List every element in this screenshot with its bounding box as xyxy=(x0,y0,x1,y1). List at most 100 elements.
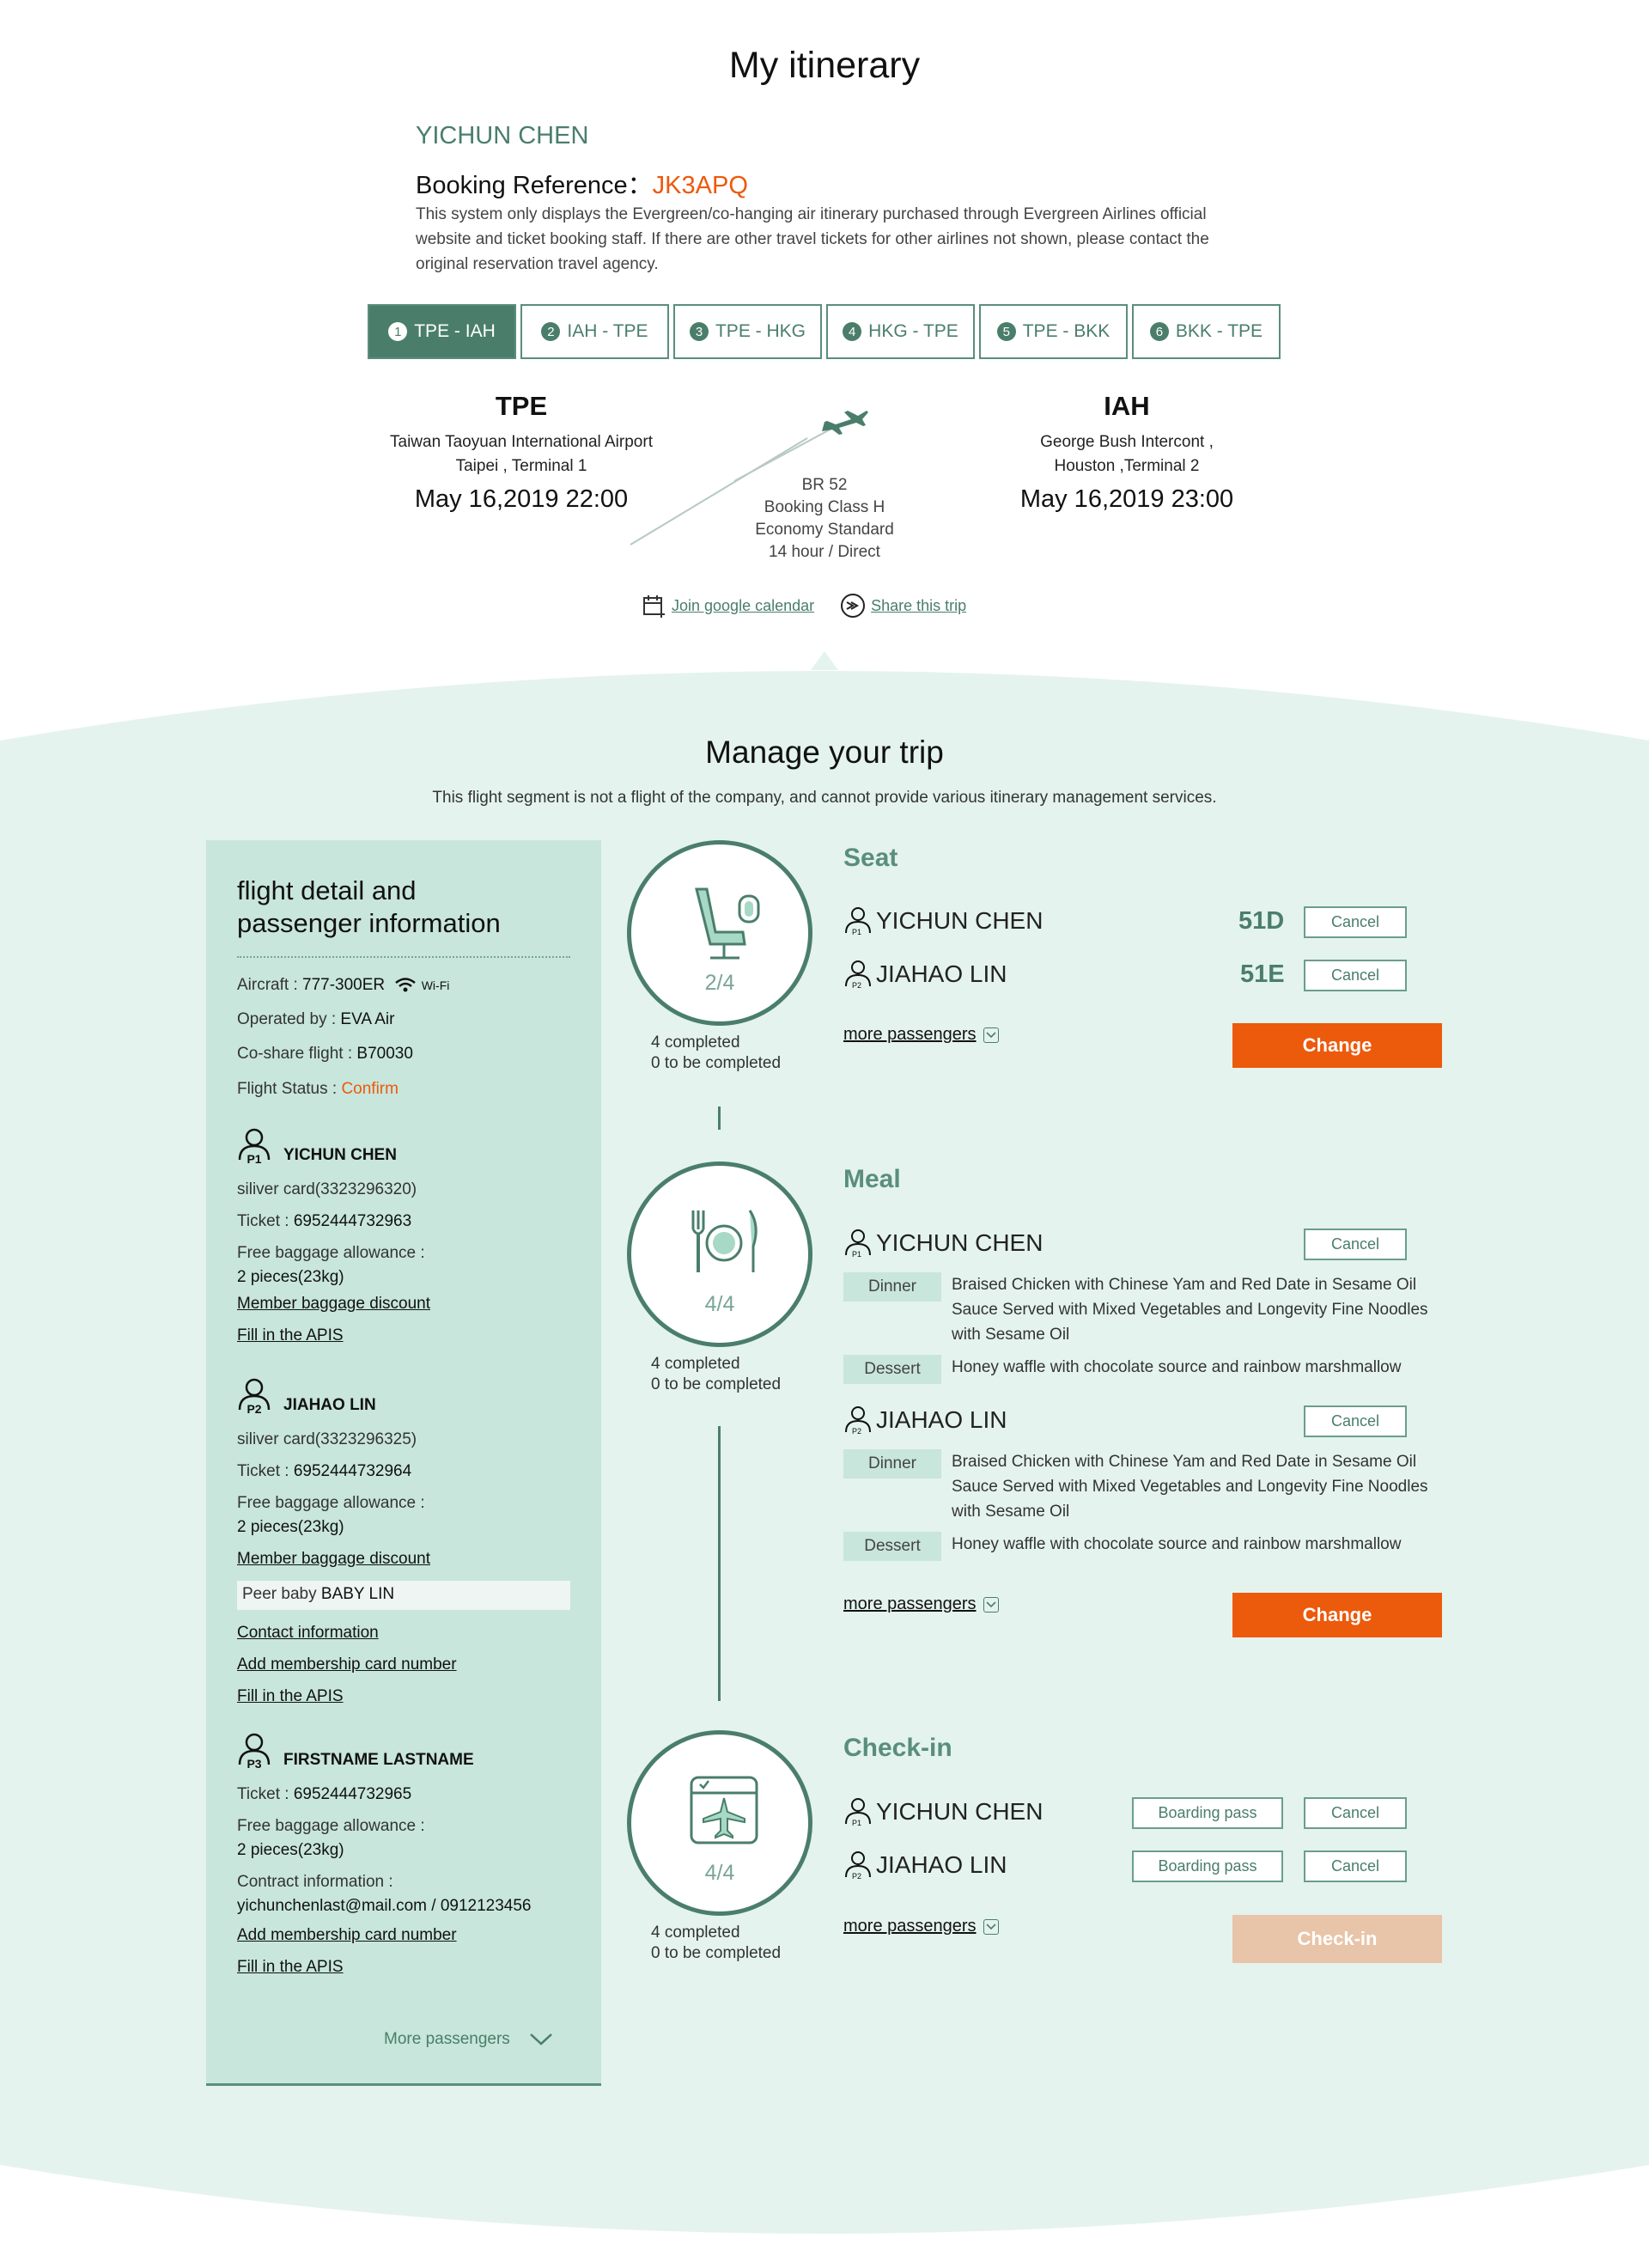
passenger-1-apis-link[interactable]: Fill in the APIS xyxy=(237,1326,344,1345)
trip-links: Join google calendar Share this trip xyxy=(642,593,966,619)
calendar-link-label: Join google calendar xyxy=(672,596,815,614)
ticket-label: Ticket : xyxy=(237,1212,294,1230)
calendar-icon xyxy=(643,595,665,618)
svg-text:P2: P2 xyxy=(852,1872,861,1881)
passenger-2-contact-link[interactable]: Contact information xyxy=(237,1624,379,1643)
passenger-3-membership-link[interactable]: Add membership card number xyxy=(237,1926,457,1945)
passenger-2-ticket: Ticket : 6952444732964 xyxy=(237,1462,411,1481)
meal-more-passengers[interactable]: more passengers xyxy=(843,1594,999,1614)
flight-info: BR 52 Booking Class H Economy Standard 1… xyxy=(696,474,953,564)
more-passengers-label: more passengers xyxy=(843,1594,977,1613)
passenger-2-discount-link[interactable]: Member baggage discount xyxy=(237,1550,430,1569)
checkin-completed: 4 completed xyxy=(651,1924,740,1942)
panel-heading-line2: passenger information xyxy=(237,908,501,938)
tab-label: TPE - BKK xyxy=(1022,321,1110,341)
chevron-down-icon xyxy=(983,1027,999,1043)
passenger-icon: P2 xyxy=(845,960,871,990)
meal-dessert-tag: Dessert xyxy=(843,1355,941,1384)
tab-segment-4[interactable]: 4 HKG - TPE xyxy=(826,304,975,359)
page-title: My itinerary xyxy=(728,45,921,86)
checkin-button[interactable]: Check-in xyxy=(1232,1915,1442,1963)
meal-passenger-2: P2 JIAHAO LIN xyxy=(843,1405,1007,1436)
tab-segment-6[interactable]: 6 BKK - TPE xyxy=(1132,304,1281,359)
segment-tabs: 1 TPE - IAH 2 IAH - TPE 3 TPE - HKG 4 HKG - … xyxy=(368,304,1281,361)
booking-class: Booking Class H xyxy=(764,498,885,516)
svg-text:P2: P2 xyxy=(246,1402,261,1415)
ticket-number: 6952444732964 xyxy=(293,1462,412,1480)
passenger-2-membership-link[interactable]: Add membership card number xyxy=(237,1655,457,1674)
calendar-link[interactable]: Join google calendar xyxy=(642,594,814,618)
seat-more-passengers[interactable]: more passengers xyxy=(843,1025,999,1045)
passenger-3-apis-link[interactable]: Fill in the APIS xyxy=(237,1958,344,1977)
panel-heading: flight detail and passenger information xyxy=(237,875,501,940)
passenger-icon: P1 xyxy=(845,1798,871,1827)
meal-dessert-tag: Dessert xyxy=(843,1532,941,1561)
operated-row: Operated by : EVA Air xyxy=(237,1010,394,1029)
checkin-passenger-1: P1 YICHUN CHEN xyxy=(843,1796,1043,1827)
passenger-icon: P2 xyxy=(238,1378,271,1415)
panel-divider xyxy=(237,956,570,958)
codeshare-label: Co-share flight : xyxy=(237,1045,357,1063)
passenger-1-ticket: Ticket : 6952444732963 xyxy=(237,1212,411,1231)
boarding-pass-button[interactable]: Boarding pass xyxy=(1132,1850,1283,1882)
checkin-cancel-button[interactable]: Cancel xyxy=(1304,1850,1407,1882)
checkin-icon xyxy=(690,1776,758,1844)
meal-change-button[interactable]: Change xyxy=(1232,1593,1442,1637)
svg-text:P1: P1 xyxy=(246,1152,261,1165)
seat-change-button[interactable]: Change xyxy=(1232,1023,1442,1068)
tab-number: 5 xyxy=(996,322,1016,341)
passenger-1-baggage: 2 pieces(23kg) xyxy=(237,1268,344,1286)
meal-passenger-name: YICHUN CHEN xyxy=(876,1229,1044,1256)
meal-cancel-button[interactable]: Cancel xyxy=(1304,1405,1407,1437)
passenger-2-header: P2 JIAHAO LIN xyxy=(237,1377,376,1415)
checkin-more-passengers[interactable]: more passengers xyxy=(843,1917,999,1936)
seat-progress: 2/4 xyxy=(704,971,735,995)
peer-name: BABY LIN xyxy=(320,1585,395,1603)
svg-text:P1: P1 xyxy=(852,928,861,936)
aircraft-label: Aircraft : xyxy=(237,976,303,994)
more-passengers-toggle[interactable]: More passengers xyxy=(384,2030,553,2049)
status-row: Flight Status : Confirm xyxy=(237,1080,399,1099)
seat-passenger-2: P2 JIAHAO LIN xyxy=(843,959,1007,990)
seat-cancel-button[interactable]: Cancel xyxy=(1304,960,1407,991)
passenger-1-discount-link[interactable]: Member baggage discount xyxy=(237,1295,430,1314)
more-passengers-label: more passengers xyxy=(843,1917,977,1936)
ticket-label: Ticket : xyxy=(237,1462,294,1480)
wifi-icon xyxy=(395,978,417,992)
tab-label: TPE - HKG xyxy=(715,321,806,341)
meal-icon xyxy=(691,1210,758,1272)
wifi-label: Wi-Fi xyxy=(421,979,450,992)
seat-cancel-button[interactable]: Cancel xyxy=(1304,906,1407,938)
checkin-pending: 0 to be completed xyxy=(651,1944,782,1962)
meal-dinner-tag: Dinner xyxy=(843,1272,941,1302)
flight-detail-panel: flight detail and passenger information … xyxy=(206,840,601,2086)
meal-cancel-button[interactable]: Cancel xyxy=(1304,1228,1407,1260)
flight-duration: 14 hour / Direct xyxy=(769,543,880,561)
meal-progress-circle: 4/4 xyxy=(627,1161,812,1347)
seat-pending: 0 to be completed xyxy=(651,1054,782,1072)
passenger-icon: P2 xyxy=(845,1851,871,1881)
passenger-3-contact-value: yichunchenlast@mail.com / 0912123456 xyxy=(237,1897,532,1915)
tab-segment-5[interactable]: 5 TPE - BKK xyxy=(979,304,1128,359)
tab-segment-2[interactable]: 2 IAH - TPE xyxy=(520,304,669,359)
tab-number: 4 xyxy=(843,322,862,341)
seat-status: 4 completed 0 to be completed xyxy=(651,1033,781,1074)
destination-airport: George Bush Intercont , xyxy=(1040,433,1214,451)
passenger-1-name: YICHUN CHEN xyxy=(283,1146,397,1164)
timeline-connector xyxy=(718,1426,721,1701)
meal-passenger-name: JIAHAO LIN xyxy=(876,1406,1007,1433)
timeline-connector xyxy=(718,1107,721,1130)
boarding-pass-button[interactable]: Boarding pass xyxy=(1132,1797,1283,1829)
meal-status: 4 completed 0 to be completed xyxy=(651,1354,781,1395)
passenger-3-header: P3 FIRSTNAME LASTNAME xyxy=(237,1732,474,1770)
tab-segment-3[interactable]: 3 TPE - HKG xyxy=(673,304,822,359)
share-link[interactable]: Share this trip xyxy=(840,593,966,619)
checkin-cancel-button[interactable]: Cancel xyxy=(1304,1797,1407,1829)
passenger-2-apis-link[interactable]: Fill in the APIS xyxy=(237,1687,344,1706)
passenger-2-baggage: 2 pieces(23kg) xyxy=(237,1518,344,1536)
tab-segment-1[interactable]: 1 TPE - IAH xyxy=(368,304,516,359)
checkin-passenger-name: JIAHAO LIN xyxy=(876,1851,1007,1878)
ticket-number: 6952444732963 xyxy=(293,1212,412,1230)
booking-reference-code: JK3APQ xyxy=(652,172,748,199)
tab-label: BKK - TPE xyxy=(1175,321,1263,341)
